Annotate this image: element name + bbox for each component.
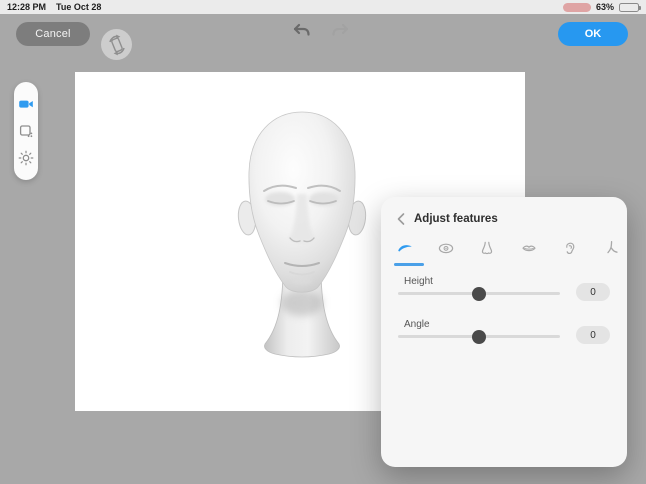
tab-nose[interactable] [476,239,498,257]
rotate-orientation-icon [106,34,128,56]
ear-icon [560,239,580,257]
undo-icon [292,23,311,39]
status-time: 12:28 PM [7,2,46,12]
height-slider-thumb[interactable] [472,287,486,301]
tab-ear[interactable] [559,239,581,257]
height-value: 0 [576,283,610,301]
tab-eye[interactable] [435,239,457,257]
selected-tab-underline [394,263,424,266]
redo-icon [331,23,350,39]
tab-eyebrow[interactable] [394,239,416,257]
panel-title: Adjust features [414,213,498,225]
tool-brightness[interactable] [18,150,34,166]
transform-icon [18,123,34,139]
rotate-orientation-button[interactable] [101,29,132,60]
back-button[interactable] [394,212,408,226]
recording-indicator [563,3,591,12]
battery-icon [619,3,639,12]
height-slider[interactable] [398,292,560,295]
eyebrow-icon [395,239,415,257]
tool-camera[interactable] [18,96,34,112]
angle-slider-thumb[interactable] [472,330,486,344]
adjust-features-panel: Adjust features [381,197,627,467]
nose-icon [477,239,497,257]
ok-button[interactable]: OK [558,22,628,46]
chevron-left-icon [396,212,406,226]
ok-button-label: OK [585,28,602,40]
panel-header: Adjust features [381,210,627,228]
video-camera-icon [18,96,34,112]
mouth-icon [519,239,539,257]
angle-slider-row: Angle 0 [398,319,610,359]
angle-slider[interactable] [398,335,560,338]
redo-button[interactable] [331,23,350,44]
height-slider-row: Height 0 [398,276,610,316]
cancel-button[interactable]: Cancel [16,22,90,46]
tab-jaw[interactable] [600,239,622,257]
status-date: Tue Oct 28 [56,2,101,12]
angle-label: Angle [404,319,430,330]
status-bar: 12:28 PM Tue Oct 28 63% [0,0,646,14]
jaw-icon [601,239,621,257]
tool-transform[interactable] [18,123,34,139]
brightness-icon [18,150,34,166]
eye-icon [436,239,456,257]
battery-percent-label: 63% [596,2,614,12]
undo-button[interactable] [292,23,311,44]
height-label: Height [404,276,433,287]
cancel-button-label: Cancel [35,28,70,40]
feature-tabs [394,239,622,257]
angle-value: 0 [576,326,610,344]
tool-rail [14,82,38,180]
tab-mouth[interactable] [518,239,540,257]
